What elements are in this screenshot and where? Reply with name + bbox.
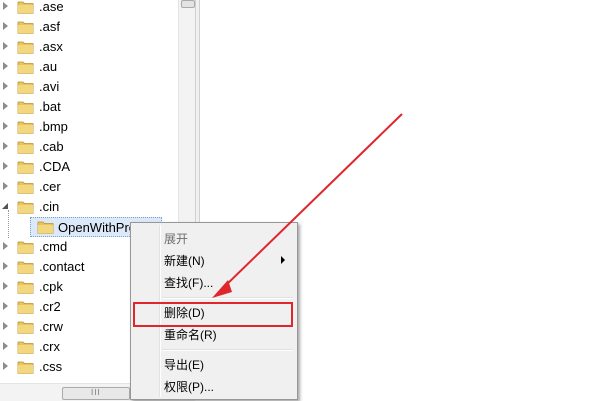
folder-icon xyxy=(17,0,34,14)
folder-icon xyxy=(17,280,34,294)
tree-item[interactable]: .ase xyxy=(0,0,180,17)
expand-arrow-icon[interactable] xyxy=(3,22,8,30)
menu-item[interactable]: 展开 xyxy=(133,227,295,249)
tree-item[interactable]: .asx xyxy=(0,37,180,57)
expand-arrow-icon[interactable] xyxy=(3,122,8,130)
expand-arrow-icon[interactable] xyxy=(3,2,8,10)
folder-icon xyxy=(17,140,34,154)
tree-item-label: .cab xyxy=(39,139,64,154)
tree-item[interactable]: .CDA xyxy=(0,157,180,177)
folder-icon xyxy=(17,240,34,254)
expand-arrow-icon[interactable] xyxy=(3,42,8,50)
expand-arrow-icon[interactable] xyxy=(3,362,8,370)
tree-item[interactable]: .cab xyxy=(0,137,180,157)
tree-item-label: .cr2 xyxy=(39,299,61,314)
tree-item[interactable]: .asf xyxy=(0,17,180,37)
scroll-grip-icon: III xyxy=(91,388,101,397)
menu-item-label: 导出(E) xyxy=(164,358,204,372)
tree-item[interactable]: .au xyxy=(0,57,180,77)
horizontal-scroll-thumb[interactable]: III xyxy=(62,387,130,400)
expand-arrow-icon[interactable] xyxy=(3,342,8,350)
folder-icon xyxy=(17,200,34,214)
folder-icon xyxy=(17,100,34,114)
expand-arrow-icon[interactable] xyxy=(3,182,8,190)
expand-arrow-icon[interactable] xyxy=(3,102,8,110)
tree-item-label: .asf xyxy=(39,19,60,34)
menu-separator xyxy=(162,349,293,351)
menu-item-label: 新建(N) xyxy=(164,254,205,268)
tree-item[interactable]: .cer xyxy=(0,177,180,197)
tree-item-label: .cmd xyxy=(39,239,68,254)
annotation-highlight-box xyxy=(133,302,293,327)
expand-arrow-icon[interactable] xyxy=(3,162,8,170)
menu-item[interactable]: 导出(E) xyxy=(133,353,295,375)
tree-item-label: .crw xyxy=(39,319,63,334)
folder-icon xyxy=(17,360,34,374)
folder-icon xyxy=(17,260,34,274)
tree-item[interactable]: .cin xyxy=(0,197,180,217)
tree-item-label: .contact xyxy=(39,259,85,274)
tree-item[interactable]: .avi xyxy=(0,77,180,97)
expand-arrow-icon[interactable] xyxy=(3,62,8,70)
folder-icon xyxy=(17,180,34,194)
menu-item[interactable]: 权限(P)... xyxy=(133,375,295,397)
folder-icon xyxy=(17,300,34,314)
tree-item-label: .ase xyxy=(39,0,64,14)
folder-icon xyxy=(17,320,34,334)
tree-item-label: .cer xyxy=(39,179,61,194)
tree-item[interactable]: .bmp xyxy=(0,117,180,137)
menu-item[interactable]: 查找(F)... xyxy=(133,271,295,293)
menu-item-label: 查找(F)... xyxy=(164,276,214,290)
expand-arrow-icon[interactable] xyxy=(3,302,8,310)
expand-arrow-icon[interactable] xyxy=(3,322,8,330)
expand-arrow-icon[interactable] xyxy=(3,242,8,250)
tree-item-label: .cpk xyxy=(39,279,63,294)
tree-item[interactable]: .bat xyxy=(0,97,180,117)
expand-arrow-icon[interactable] xyxy=(3,282,8,290)
tree-item-label: .crx xyxy=(39,339,60,354)
folder-icon xyxy=(17,20,34,34)
menu-item[interactable]: 新建(N) xyxy=(133,249,295,271)
tree-item-label: .css xyxy=(39,359,63,374)
tree-connector xyxy=(8,210,10,238)
menu-separator xyxy=(162,297,293,299)
folder-icon xyxy=(17,60,34,74)
menu-item-label: 重命名(R) xyxy=(164,328,217,342)
folder-icon xyxy=(17,340,34,354)
vertical-scroll-thumb[interactable] xyxy=(181,0,195,8)
tree-item-label: .au xyxy=(39,59,58,74)
folder-icon xyxy=(17,80,34,94)
tree-item-label: .bat xyxy=(39,99,61,114)
menu-item-label: 权限(P)... xyxy=(164,380,214,394)
submenu-arrow-icon xyxy=(281,256,285,264)
expand-arrow-icon[interactable] xyxy=(3,142,8,150)
folder-icon xyxy=(17,120,34,134)
tree-item-label: .CDA xyxy=(39,159,71,174)
tree-item-label: .asx xyxy=(39,39,63,54)
folder-icon xyxy=(17,40,34,54)
menu-item-label: 展开 xyxy=(164,232,189,246)
folder-icon xyxy=(17,160,34,174)
tree-item-label: .avi xyxy=(39,79,60,94)
collapse-arrow-icon[interactable] xyxy=(2,203,8,209)
folder-icon xyxy=(37,220,54,234)
tree-item-label: .bmp xyxy=(39,119,68,134)
expand-arrow-icon[interactable] xyxy=(3,82,8,90)
tree-item-label: .cin xyxy=(39,199,60,214)
expand-arrow-icon[interactable] xyxy=(3,262,8,270)
